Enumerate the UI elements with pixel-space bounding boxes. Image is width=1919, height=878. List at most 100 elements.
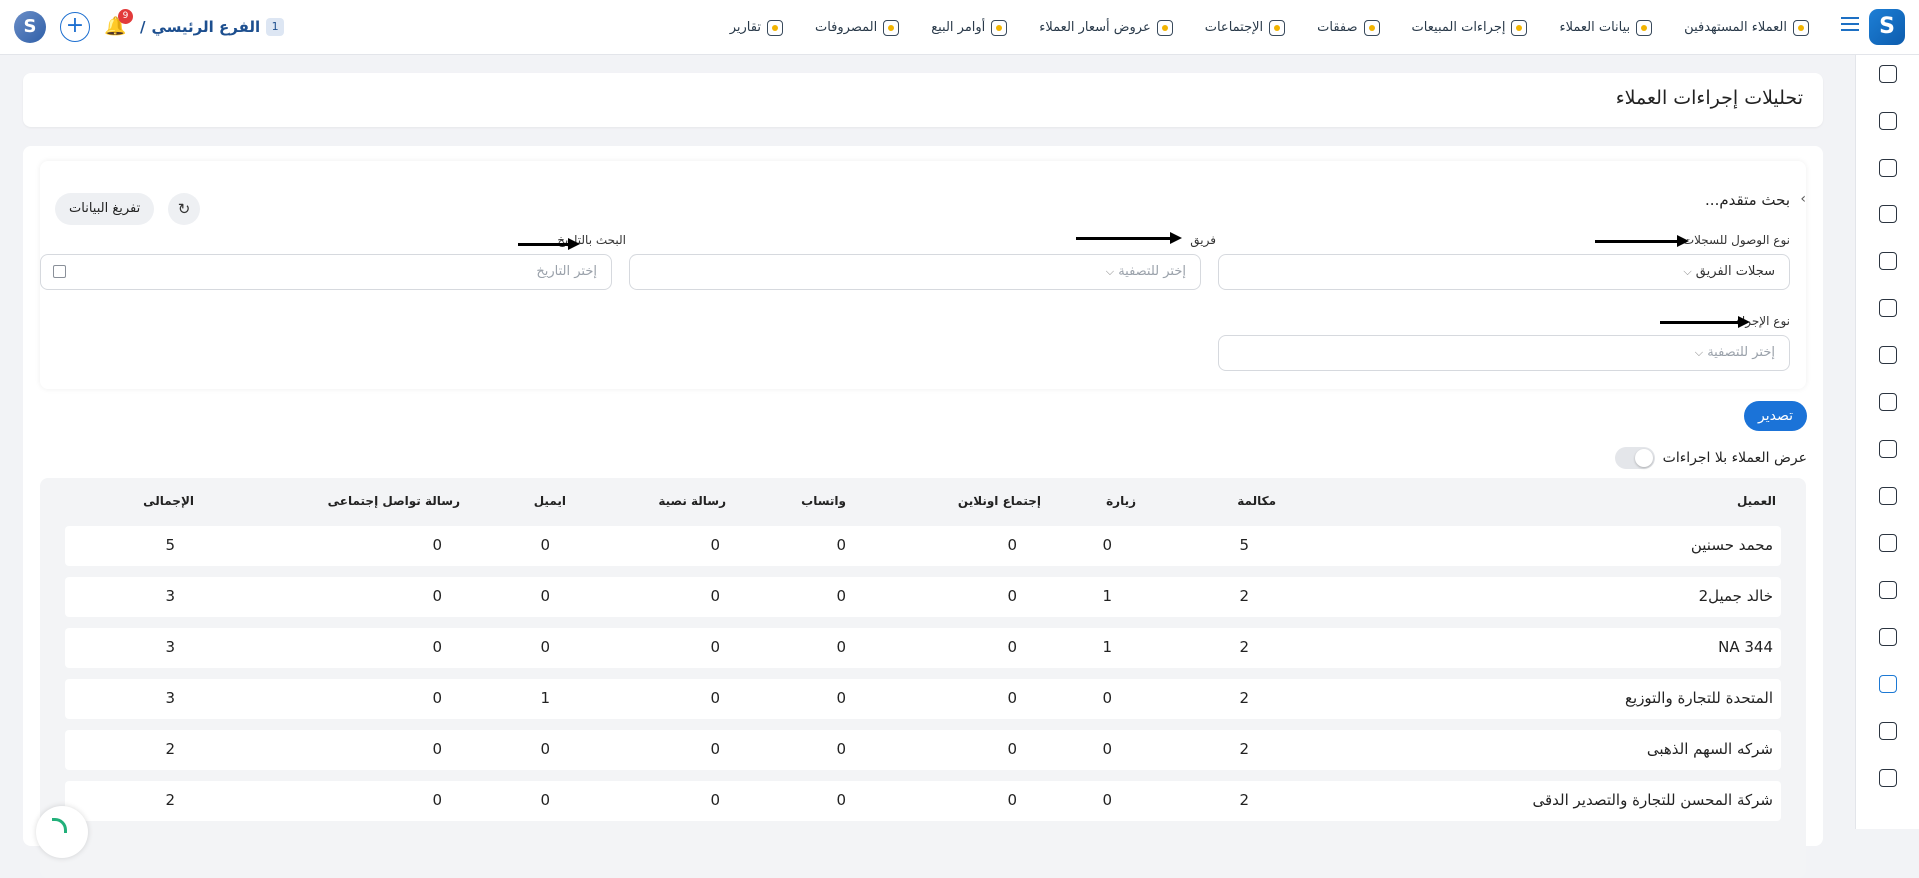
cell-client: شركة المحسن للتجارة والتصدير الدقى [1532, 791, 1773, 809]
advanced-search-title[interactable]: بحث متقدم... [1705, 191, 1790, 209]
table-row[interactable]: NA 344 2 1 0 0 0 0 0 3 [65, 628, 1781, 668]
sidebar-mountain-icon[interactable] [1879, 299, 1897, 317]
nav-item-label: أوامر البيع [931, 20, 986, 35]
table-row[interactable]: المتحدة للتجارة والتوزيع 2 0 0 0 0 1 0 3 [65, 679, 1781, 719]
nav-item-target-clients[interactable]: العملاء المستهدفين [1668, 19, 1825, 36]
cell-client: NA 344 [1718, 638, 1773, 656]
nav-item-expenses[interactable]: المصروفات [799, 19, 915, 36]
team-placeholder: إختر للتصفية [1118, 264, 1186, 279]
table-row[interactable]: شركة المحسن للتجارة والتصدير الدقى 2 0 0 0 0 0… [65, 781, 1781, 821]
deals-icon [1363, 19, 1380, 36]
export-button[interactable]: تصدير [1743, 401, 1807, 431]
cell-client: محمد حسنين [1690, 536, 1773, 554]
nav-item-sales-actions[interactable]: إجراءات المبيعات [1396, 19, 1544, 36]
cell-social: 0 [432, 791, 442, 809]
cell-email: 0 [540, 536, 550, 554]
table-row[interactable]: خالد جميل2 2 1 0 0 0 0 0 3 [65, 577, 1781, 617]
meetings-icon [1269, 19, 1286, 36]
nav-item-client-data[interactable]: بيانات العملاء [1543, 19, 1668, 36]
notification-badge: 9 [118, 9, 133, 24]
right-sidebar [1855, 55, 1919, 829]
toggle-label: عرض العملاء بلا اجراءات [1662, 450, 1807, 466]
annotation-arrow [518, 238, 580, 250]
brand-logo[interactable]: S [14, 11, 46, 43]
notifications-button[interactable]: 🔔 9 [104, 9, 133, 38]
cell-total: 3 [165, 689, 175, 707]
cell-call: 2 [1239, 689, 1249, 707]
cell-call: 2 [1239, 638, 1249, 656]
sales-actions-icon [1511, 19, 1528, 36]
nav-item-label: العملاء المستهدفين [1684, 20, 1787, 35]
nav-item-label: عروض أسعار العملاء [1039, 20, 1151, 35]
cell-social: 0 [432, 689, 442, 707]
add-button[interactable]: + [60, 12, 90, 42]
cell-email: 0 [540, 791, 550, 809]
sidebar-add-doc-icon[interactable] [1879, 581, 1897, 599]
top-nav: العملاء المستهدفين بيانات العملاء إجراءا… [714, 0, 1825, 55]
nav-item-meetings[interactable]: الإجتماعات [1189, 19, 1301, 36]
cell-total: 3 [165, 638, 175, 656]
column-header-online-meeting: إجتماع اونلاين [957, 494, 1041, 508]
access-type-select[interactable]: سجلات الفريق ⌵ [1218, 254, 1790, 290]
table-row[interactable]: محمد حسنين 5 0 0 0 0 0 0 5 [65, 526, 1781, 566]
sidebar-user-icon[interactable] [1879, 534, 1897, 552]
cell-online-meeting: 0 [1007, 638, 1017, 656]
annotation-arrow [1076, 232, 1182, 244]
column-header-sms: رسالة نصية [658, 494, 726, 508]
sidebar-print-icon[interactable] [1879, 440, 1897, 458]
show-no-actions-toggle[interactable] [1614, 447, 1655, 469]
cell-total: 3 [165, 587, 175, 605]
app-logo[interactable]: S [1869, 9, 1905, 45]
nav-item-deals[interactable]: صفقات [1301, 19, 1395, 36]
sidebar-cash-icon[interactable] [1879, 159, 1897, 177]
date-input[interactable]: إختر التاريخ [40, 254, 612, 290]
action-type-select[interactable]: إختر للتصفية ⌵ [1218, 335, 1790, 371]
cell-online-meeting: 0 [1007, 791, 1017, 809]
sidebar-clients-icon[interactable] [1879, 112, 1897, 130]
sidebar-hand-icon[interactable] [1879, 628, 1897, 646]
refresh-button[interactable]: ↻ [168, 193, 200, 225]
expenses-icon [883, 19, 900, 36]
cell-email: 0 [540, 740, 550, 758]
client-data-icon [1636, 19, 1653, 36]
cell-visit: 0 [1102, 689, 1112, 707]
clear-data-button[interactable]: تفريغ البيانات [55, 193, 155, 225]
sidebar-video-icon[interactable] [1879, 252, 1897, 270]
sidebar-window-icon[interactable] [1879, 769, 1897, 787]
cell-social: 0 [432, 536, 442, 554]
sidebar-pen-icon[interactable] [1879, 393, 1897, 411]
sidebar-invoice-icon[interactable] [1879, 346, 1897, 364]
calendar-icon [53, 265, 66, 278]
cell-visit: 1 [1102, 638, 1112, 656]
nav-item-reports[interactable]: تقارير [714, 19, 799, 36]
menu-icon[interactable] [1841, 17, 1859, 31]
cell-whatsapp: 0 [836, 587, 846, 605]
cell-whatsapp: 0 [836, 689, 846, 707]
chevron-left-icon[interactable]: ‹ [1800, 191, 1806, 207]
sidebar-dashboard-icon[interactable] [1879, 65, 1897, 83]
chevron-down-icon: ⌵ [1105, 265, 1115, 278]
chevron-down-icon: ⌵ [1694, 346, 1704, 359]
branch-selector[interactable]: / الفرع الرئيسي 1 [140, 18, 285, 36]
column-header-client: العميل [1736, 494, 1776, 508]
cell-sms: 0 [710, 740, 720, 758]
nav-item-quotes[interactable]: عروض أسعار العملاء [1023, 19, 1188, 36]
sidebar-warning-icon[interactable] [1879, 205, 1897, 223]
sidebar-box-icon[interactable] [1879, 487, 1897, 505]
access-type-label: نوع الوصول للسجلات [1682, 233, 1790, 247]
sidebar-analytics-icon[interactable] [1879, 675, 1897, 693]
page-title: تحليلات إجراءات العملاء [1615, 87, 1803, 109]
date-placeholder: إختر التاريخ [536, 264, 597, 279]
cell-sms: 0 [710, 689, 720, 707]
team-select[interactable]: إختر للتصفية ⌵ [629, 254, 1201, 290]
nav-item-label: المصروفات [814, 20, 878, 35]
cell-email: 0 [540, 638, 550, 656]
sidebar-settings-icon[interactable] [1879, 722, 1897, 740]
cell-sms: 0 [710, 536, 720, 554]
cell-social: 0 [432, 638, 442, 656]
loading-fab[interactable] [36, 806, 88, 858]
cell-client: خالد جميل2 [1698, 587, 1773, 605]
table-row[interactable]: شركه السهم الذهبى 2 0 0 0 0 0 0 2 [65, 730, 1781, 770]
header-left-cluster: S + 🔔 9 / الفرع الرئيسي 1 [14, 9, 285, 45]
nav-item-sales-orders[interactable]: أوامر البيع [915, 19, 1023, 36]
